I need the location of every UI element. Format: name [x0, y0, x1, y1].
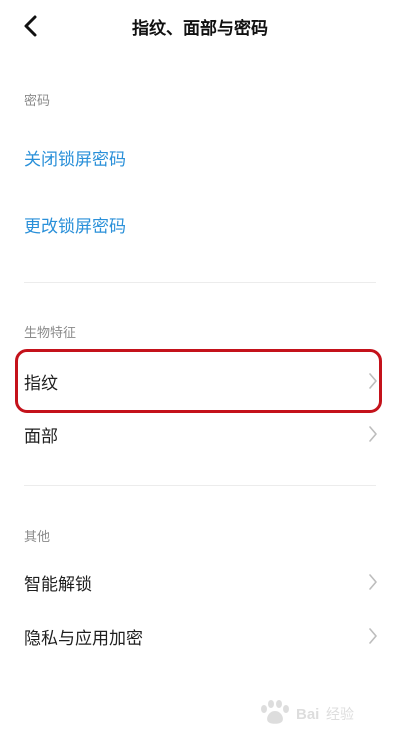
section-label-biometrics: 生物特征	[24, 326, 77, 341]
privacy-app-encryption-row[interactable]: 隐私与应用加密	[0, 612, 400, 660]
svg-text:Bai: Bai	[296, 706, 319, 723]
face-label: 面部	[24, 427, 58, 447]
section-label-password: 密码	[24, 94, 51, 109]
chevron-right-icon	[369, 426, 377, 442]
highlight-box	[15, 349, 382, 413]
smart-unlock-row[interactable]: 智能解锁	[0, 558, 400, 606]
privacy-app-encryption-label: 隐私与应用加密	[24, 629, 143, 649]
disable-lockscreen-password-link[interactable]: 关闭锁屏密码	[24, 145, 126, 170]
smart-unlock-label: 智能解锁	[24, 575, 92, 595]
face-row[interactable]: 面部	[0, 410, 400, 458]
divider	[24, 282, 376, 283]
svg-text:经验: 经验	[326, 707, 354, 723]
chevron-right-icon	[369, 574, 377, 590]
section-label-other: 其他	[24, 530, 51, 545]
header: 指纹、面部与密码	[0, 0, 400, 52]
chevron-right-icon	[369, 628, 377, 644]
divider	[24, 485, 376, 486]
change-lockscreen-password-link[interactable]: 更改锁屏密码	[24, 212, 126, 237]
page-title: 指纹、面部与密码	[132, 19, 268, 39]
baidu-watermark-logo: Bai 经验	[261, 700, 354, 724]
